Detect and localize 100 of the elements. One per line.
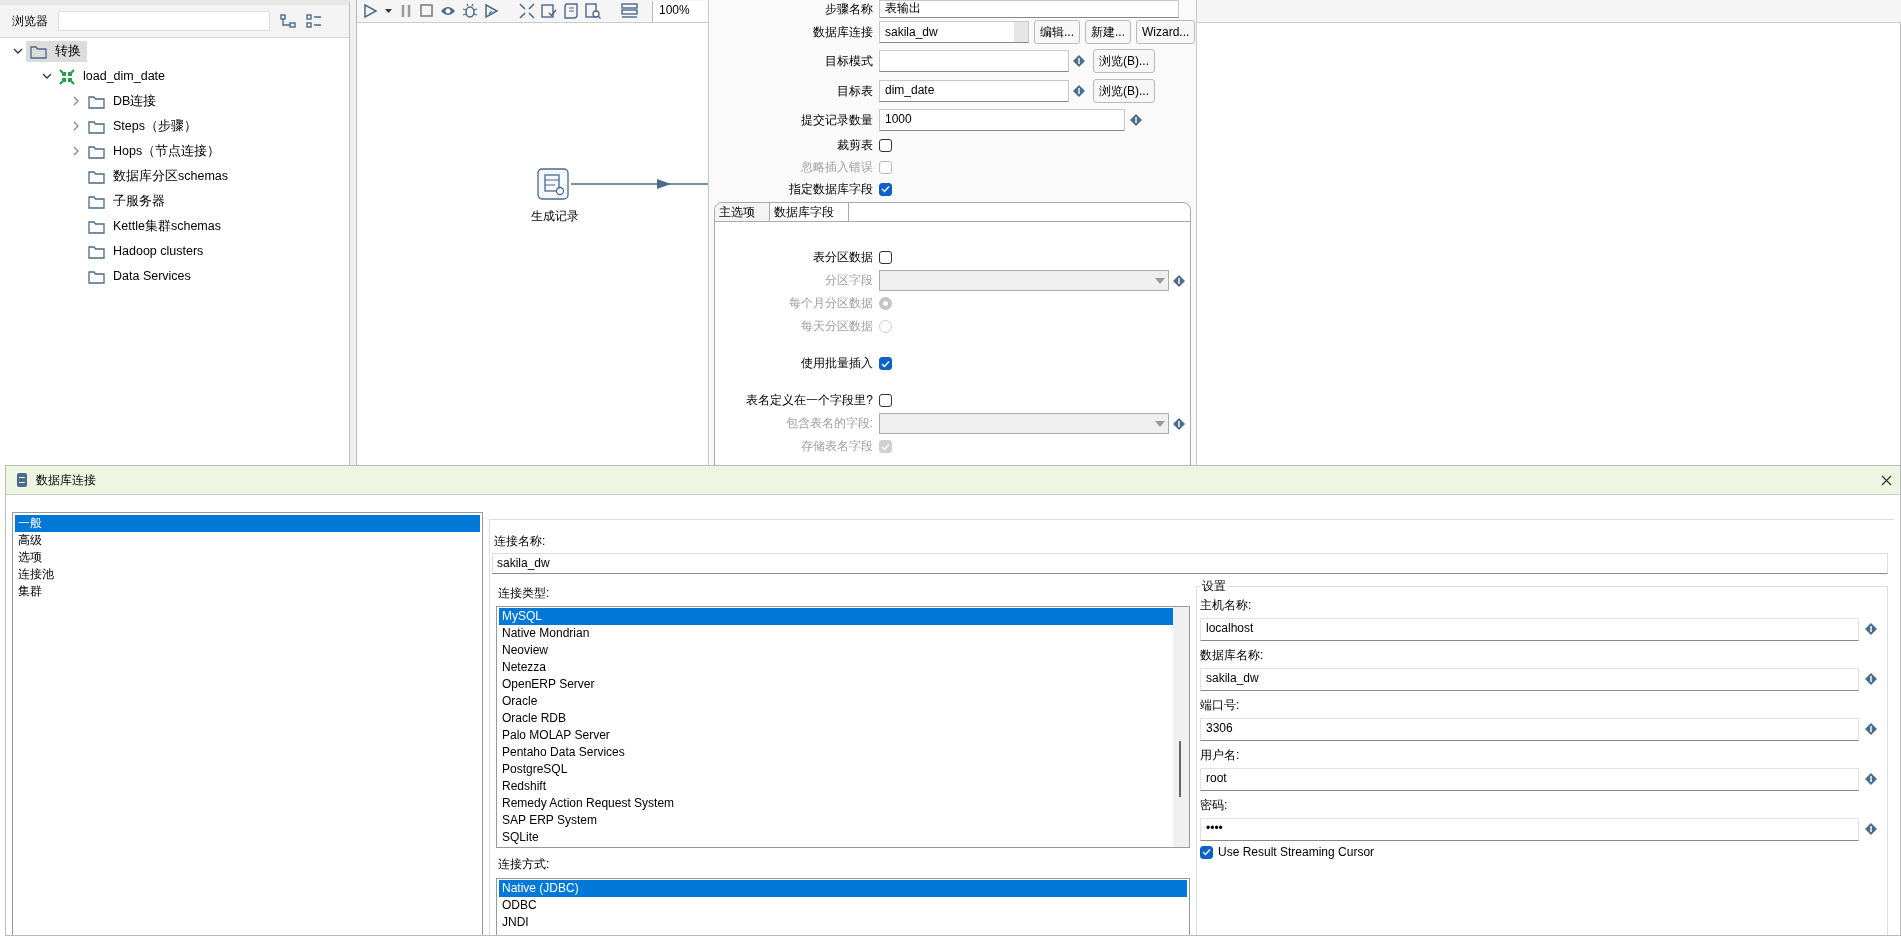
- tab[interactable]: 主选项: [715, 203, 770, 221]
- list-item[interactable]: PostgreSQL: [499, 761, 1173, 779]
- script-icon[interactable]: [563, 3, 579, 19]
- check-icon[interactable]: [541, 3, 557, 19]
- section-item[interactable]: 一般: [15, 515, 480, 532]
- field-label: 用户名:: [1200, 747, 1240, 763]
- panel-title: 浏览器: [12, 13, 48, 29]
- tree-item[interactable]: Hops（节点连接）: [84, 141, 227, 162]
- field-label: 端口号:: [1200, 697, 1240, 713]
- variable-icon: [1865, 723, 1877, 736]
- list-item[interactable]: Remedy Action Request System: [499, 795, 1173, 813]
- text-field[interactable]: dim_date: [879, 80, 1069, 102]
- connection-field[interactable]: sakila_dw: [879, 21, 1029, 43]
- step-node-icon[interactable]: [537, 168, 571, 202]
- tree-item[interactable]: Steps（步骤）: [84, 116, 203, 137]
- variable-icon: [1173, 417, 1185, 430]
- variable-icon: [1865, 773, 1877, 786]
- list-item[interactable]: Native (JDBC): [499, 879, 1187, 897]
- checkbox[interactable]: [879, 182, 892, 196]
- scrollbar[interactable]: [1173, 607, 1189, 848]
- list-item[interactable]: Oracle: [499, 693, 1173, 711]
- folder-icon: [88, 219, 105, 234]
- tree-item[interactable]: 子服务器: [84, 191, 171, 212]
- replay-icon[interactable]: [484, 3, 499, 19]
- field-label: 密码:: [1200, 797, 1228, 813]
- field-label: 指定数据库字段: [788, 181, 874, 197]
- stop-icon[interactable]: [419, 3, 434, 19]
- list-item[interactable]: Neoview: [499, 642, 1173, 660]
- scrollbar-thumb[interactable]: [1179, 741, 1181, 798]
- tree-item[interactable]: Data Services: [84, 266, 197, 287]
- variable-icon: [1865, 623, 1877, 636]
- checkbox[interactable]: [879, 251, 892, 264]
- tree-item[interactable]: 转换: [26, 41, 87, 62]
- layout-icon[interactable]: [621, 3, 638, 19]
- text-field[interactable]: ••••: [1200, 817, 1859, 841]
- variable-icon: [1130, 114, 1142, 126]
- text-field[interactable]: 表输出: [879, 0, 1179, 18]
- field-label: 主机名称:: [1200, 597, 1252, 613]
- section-item[interactable]: 连接池: [15, 566, 480, 583]
- list-item[interactable]: Pentaho Data Services: [499, 744, 1173, 762]
- collapse-icon[interactable]: [519, 3, 535, 19]
- list-item[interactable]: Netezza: [499, 659, 1173, 677]
- tree-item[interactable]: load_dim_date: [55, 65, 171, 88]
- group-title: 设置: [1200, 578, 1228, 594]
- list-item[interactable]: Redshift: [499, 778, 1173, 796]
- tree-item[interactable]: Kettle集群schemas: [84, 216, 227, 237]
- folder-icon: [88, 144, 105, 159]
- field-label: 表名定义在一个字段里?: [745, 393, 874, 408]
- section-item[interactable]: 集群: [15, 583, 480, 600]
- checkbox[interactable]: [879, 394, 892, 407]
- list-item[interactable]: JNDI: [499, 913, 1187, 931]
- folder-icon: [88, 169, 105, 184]
- field-value: sakila_dw: [884, 24, 939, 41]
- text-field[interactable]: 1000: [879, 109, 1125, 131]
- list-item[interactable]: Oracle RDB: [499, 710, 1173, 728]
- text-field[interactable]: 3306: [1200, 717, 1859, 741]
- text-field[interactable]: root: [1200, 767, 1859, 791]
- browse-button[interactable]: 浏览(B)...: [1093, 49, 1155, 73]
- hierarchy-icon[interactable]: [280, 14, 296, 28]
- list-item[interactable]: Palo MOLAP Server: [499, 727, 1173, 745]
- list-item[interactable]: Native Mondrian: [499, 625, 1173, 643]
- browse-button[interactable]: 浏览(B)...: [1093, 79, 1155, 103]
- checkbox[interactable]: [879, 138, 892, 152]
- tree-item[interactable]: DB连接: [84, 91, 163, 112]
- checkbox[interactable]: [879, 357, 892, 370]
- list-item[interactable]: OpenERP Server: [499, 676, 1173, 694]
- debug-icon[interactable]: [462, 3, 478, 19]
- text-field[interactable]: [879, 50, 1069, 72]
- dropdown-field[interactable]: [879, 413, 1169, 434]
- field-label: 目标模式: [824, 53, 874, 69]
- dialog-button[interactable]: 编辑...: [1034, 20, 1080, 44]
- search-icon[interactable]: [585, 3, 601, 19]
- section-item[interactable]: 选项: [15, 549, 480, 566]
- tab[interactable]: 数据库字段: [770, 203, 849, 221]
- checkbox[interactable]: [1200, 845, 1213, 859]
- text-field[interactable]: localhost: [1200, 617, 1859, 641]
- step-label: 生成记录: [530, 209, 580, 224]
- tree-item[interactable]: 数据库分区schemas: [84, 166, 235, 187]
- close-icon[interactable]: [1881, 474, 1892, 486]
- list-item[interactable]: MySQL: [499, 608, 1173, 626]
- search-field[interactable]: [58, 11, 270, 31]
- dialog-button[interactable]: 新建...: [1085, 20, 1132, 44]
- field-label: 数据库名称:: [1200, 647, 1264, 663]
- run-icon[interactable]: [363, 3, 378, 19]
- dropdown-field[interactable]: [879, 270, 1169, 291]
- list-item[interactable]: ODBC: [499, 896, 1187, 914]
- tree-item[interactable]: Hadoop clusters: [84, 241, 210, 262]
- chevron-right-icon[interactable]: [71, 95, 81, 106]
- pause-icon[interactable]: [399, 3, 413, 19]
- chevron-right-icon[interactable]: [71, 145, 81, 156]
- variable-icon: [1865, 673, 1877, 686]
- list-item[interactable]: SQLite: [499, 829, 1173, 847]
- section-item[interactable]: 高级: [15, 532, 480, 549]
- text-field[interactable]: sakila_dw: [1200, 667, 1859, 691]
- dialog-button[interactable]: Wizard...: [1136, 20, 1196, 44]
- list-icon[interactable]: [306, 14, 322, 28]
- zoom-field[interactable]: 100%: [652, 0, 708, 22]
- list-item[interactable]: SAP ERP System: [499, 812, 1173, 830]
- chevron-right-icon[interactable]: [71, 120, 81, 131]
- connection-name-field[interactable]: sakila_dw: [492, 553, 1888, 574]
